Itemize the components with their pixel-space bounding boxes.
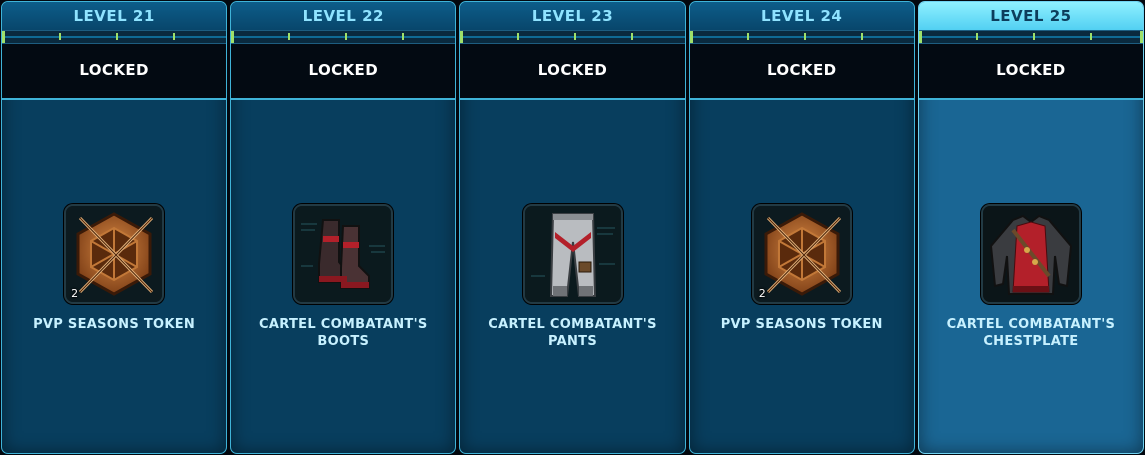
level-progress-strip bbox=[460, 30, 685, 44]
progress-track-line bbox=[460, 36, 685, 38]
reward-name: CARTEL COMBATANT'S BOOTS bbox=[259, 317, 428, 349]
progress-tick bbox=[631, 33, 634, 40]
progress-tick bbox=[574, 33, 577, 40]
chestplate-icon[interactable] bbox=[980, 204, 1081, 304]
reward-slot: CARTEL COMBATANT'S BOOTS bbox=[231, 204, 455, 350]
tier-level-header: LEVEL 22 bbox=[231, 2, 456, 30]
level-progress-strip bbox=[231, 30, 456, 44]
progress-edge-marker bbox=[918, 31, 922, 43]
progress-tick bbox=[746, 33, 749, 40]
reward-name: PVP SEASONS TOKEN bbox=[33, 317, 196, 332]
tier-level-header: LEVEL 24 bbox=[689, 2, 914, 30]
season-reward-track: LEVEL 21 LOCKED 2 PVP SEASONS TOKEN LEVE… bbox=[0, 0, 1145, 455]
progress-tick bbox=[59, 33, 61, 40]
reward-name: CARTEL COMBATANT'S CHESTPLATE bbox=[946, 317, 1116, 349]
progress-track-line bbox=[918, 36, 1144, 38]
tier-status-locked: LOCKED bbox=[2, 44, 227, 100]
boots-icon[interactable] bbox=[293, 204, 394, 304]
reward-name: PVP SEASONS TOKEN bbox=[720, 317, 883, 332]
tier-card-level-24[interactable]: LEVEL 24 LOCKED 2 PVP SEASONS TOKEN bbox=[688, 1, 915, 454]
progress-tick bbox=[1032, 33, 1035, 40]
tier-card-level-25[interactable]: LEVEL 25 LOCKED CARTEL COMBATANT'S CHEST… bbox=[917, 1, 1145, 454]
reward-slot: CARTEL COMBATANT'S PANTS bbox=[460, 204, 684, 350]
pants-icon[interactable] bbox=[522, 204, 623, 304]
progress-tick bbox=[860, 33, 863, 40]
reward-slot: 2 PVP SEASONS TOKEN bbox=[690, 204, 914, 333]
progress-edge-marker bbox=[1140, 31, 1144, 43]
reward-quantity: 2 bbox=[758, 287, 766, 300]
progress-edge-marker bbox=[689, 31, 693, 43]
progress-tick bbox=[173, 33, 175, 40]
tier-level-header: LEVEL 25 bbox=[918, 2, 1144, 30]
tier-status-locked: LOCKED bbox=[460, 44, 685, 100]
progress-tick bbox=[803, 33, 806, 40]
progress-tick bbox=[345, 33, 348, 40]
tier-card-level-21[interactable]: LEVEL 21 LOCKED 2 PVP SEASONS TOKEN bbox=[1, 1, 228, 454]
progress-track-line bbox=[689, 36, 914, 38]
progress-edge-marker bbox=[2, 31, 5, 43]
progress-edge-marker bbox=[231, 31, 235, 43]
reward-quantity: 2 bbox=[71, 287, 79, 300]
tier-status-locked: LOCKED bbox=[689, 44, 914, 100]
progress-tick bbox=[116, 33, 118, 40]
reward-slot: CARTEL COMBATANT'S CHESTPLATE bbox=[919, 204, 1143, 350]
pvp-token-icon[interactable]: 2 bbox=[64, 204, 165, 304]
tier-card-level-22[interactable]: LEVEL 22 LOCKED CARTEL COMBATANT'S BOOTS bbox=[230, 1, 457, 454]
progress-tick bbox=[402, 33, 405, 40]
reward-slot: 2 PVP SEASONS TOKEN bbox=[2, 204, 226, 333]
progress-edge-marker bbox=[460, 31, 464, 43]
progress-tick bbox=[975, 33, 978, 40]
progress-track-line bbox=[231, 36, 456, 38]
progress-tick bbox=[288, 33, 291, 40]
pvp-token-icon[interactable]: 2 bbox=[751, 204, 852, 304]
progress-tick bbox=[517, 33, 520, 40]
level-progress-strip bbox=[2, 30, 227, 44]
tier-status-locked: LOCKED bbox=[231, 44, 456, 100]
level-progress-strip bbox=[918, 30, 1144, 44]
progress-track-line bbox=[2, 36, 227, 38]
level-progress-strip bbox=[689, 30, 914, 44]
tier-level-header: LEVEL 21 bbox=[2, 2, 227, 30]
tier-status-locked: LOCKED bbox=[918, 44, 1144, 100]
tier-card-level-23[interactable]: LEVEL 23 LOCKED CARTEL COMBATANT'S PANTS bbox=[459, 1, 686, 454]
progress-tick bbox=[1089, 33, 1092, 40]
tier-level-header: LEVEL 23 bbox=[460, 2, 685, 30]
reward-name: CARTEL COMBATANT'S PANTS bbox=[488, 317, 657, 349]
